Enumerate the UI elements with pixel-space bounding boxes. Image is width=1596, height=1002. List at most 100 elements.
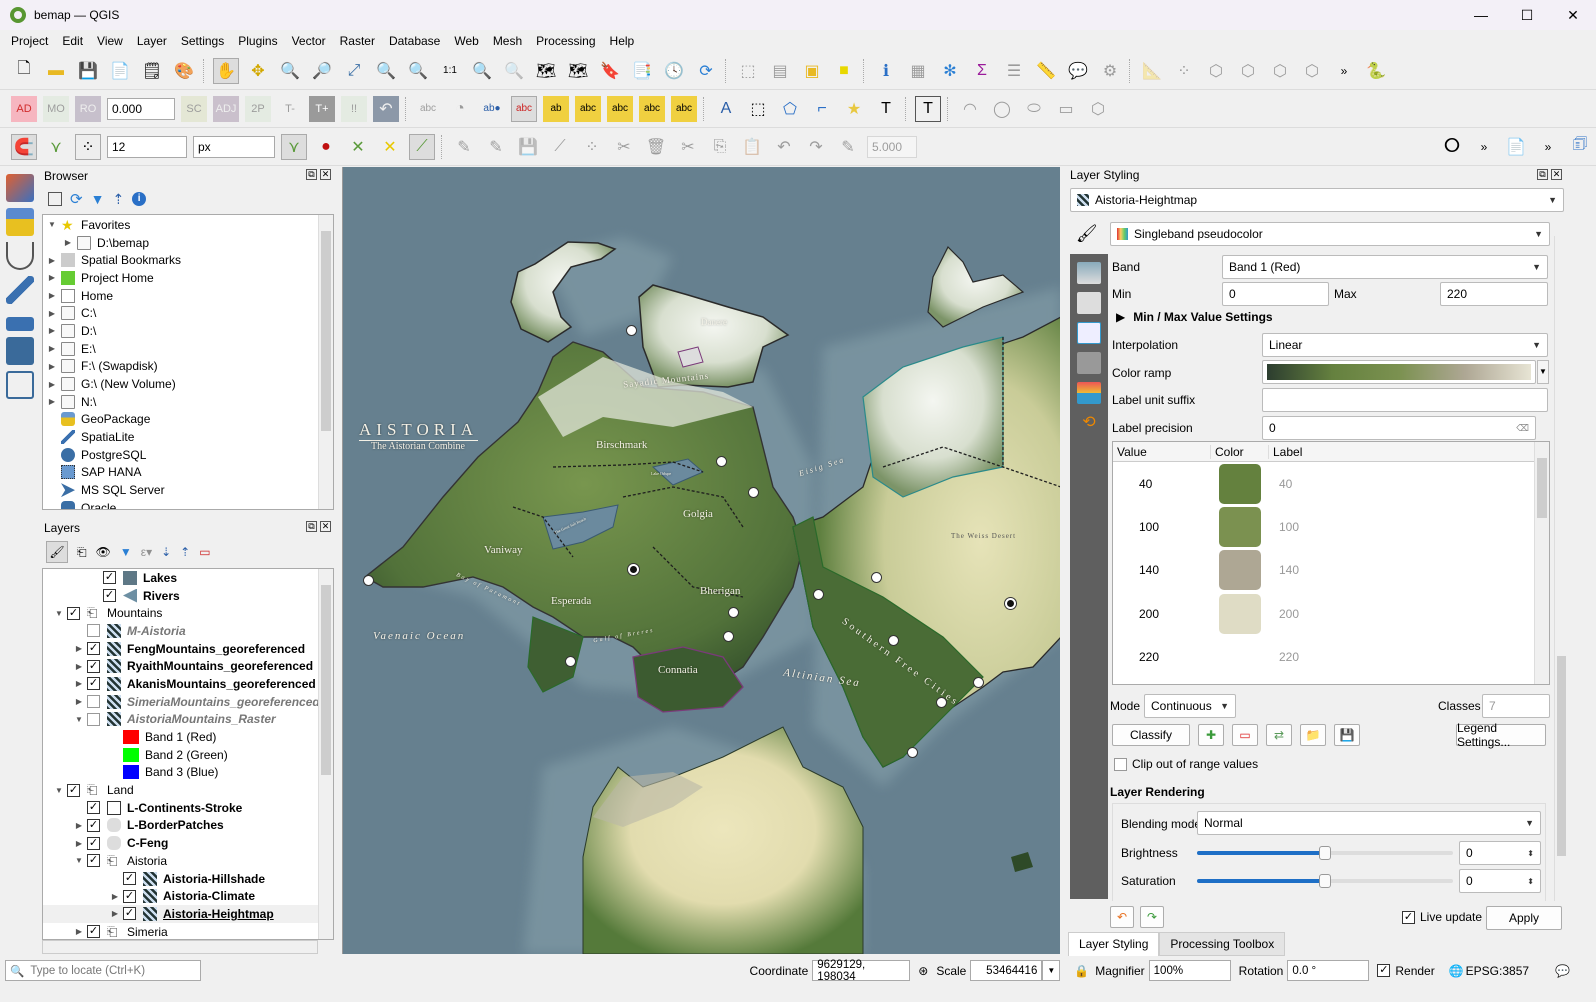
deselect-all-icon[interactable]: ▣ bbox=[799, 58, 825, 84]
more-tools-icon[interactable]: » bbox=[1471, 134, 1497, 160]
color-ramp-select[interactable] bbox=[1262, 360, 1536, 384]
adj-button[interactable]: ADJ bbox=[213, 95, 239, 122]
remove-class-button[interactable]: ▭ bbox=[1232, 724, 1258, 746]
new-print-layout-icon[interactable]: 📄 bbox=[107, 58, 133, 84]
collapsed-arrow-icon[interactable]: ▶ bbox=[107, 909, 123, 918]
snap-intersection-icon[interactable]: ✕ bbox=[345, 134, 371, 160]
menu-vector[interactable]: Vector bbox=[285, 34, 333, 48]
column-header-color[interactable]: Color bbox=[1211, 444, 1269, 459]
color-ramp-dropdown-icon[interactable]: ▼ bbox=[1537, 360, 1549, 384]
change-label-icon[interactable]: abc bbox=[639, 95, 665, 122]
locate-search-input[interactable]: 🔍 Type to locate (Ctrl+K) bbox=[5, 960, 201, 981]
remove-layer-icon[interactable]: ▭ bbox=[199, 545, 210, 559]
point-symbol-icon[interactable]: ⭘ bbox=[1439, 134, 1465, 160]
layer-item[interactable]: ✓ Rivers bbox=[43, 587, 333, 605]
browser-item[interactable]: ▶ Home bbox=[43, 287, 333, 305]
rotation-field[interactable]: 0.0 ° bbox=[1287, 960, 1370, 981]
legend-item[interactable]: Band 1 (Red) bbox=[43, 728, 333, 746]
layer-visibility-checkbox[interactable]: ✓ bbox=[123, 889, 136, 903]
field-calculator-icon[interactable]: ▦ bbox=[905, 58, 931, 84]
expanded-arrow-icon[interactable]: ▼ bbox=[51, 609, 67, 618]
line-annotation-icon[interactable]: ⌐ bbox=[809, 96, 835, 122]
paste-features-icon[interactable]: 📋 bbox=[739, 134, 765, 160]
zoom-last-icon[interactable]: 🔍 bbox=[469, 58, 495, 84]
layer-item[interactable]: ▶ ✓ RyaithMountains_georeferenced bbox=[43, 657, 333, 675]
label-toolbar-icon[interactable]: abc bbox=[415, 96, 441, 122]
collapsed-arrow-icon[interactable]: ▶ bbox=[71, 821, 87, 830]
cut-features-icon[interactable]: ✂ bbox=[675, 134, 701, 160]
city-marker[interactable] bbox=[716, 456, 727, 467]
curve-tolerance-field[interactable]: 5.000 bbox=[867, 135, 917, 158]
marker-annotation-icon[interactable]: ★ bbox=[841, 96, 867, 122]
city-marker[interactable] bbox=[936, 697, 947, 708]
filter-browser-icon[interactable]: ▼ bbox=[91, 191, 105, 207]
browser-item[interactable]: ▼ ★ Favorites bbox=[43, 216, 333, 234]
modify-attributes-icon[interactable]: ✂ bbox=[611, 134, 637, 160]
menu-database[interactable]: Database bbox=[382, 34, 447, 48]
topological-editing-icon[interactable]: ⋎ bbox=[281, 133, 307, 160]
new-geopackage-layer-icon[interactable] bbox=[6, 208, 34, 236]
browser-item[interactable]: PostgreSQL bbox=[43, 446, 333, 464]
toggle-extents-icon[interactable]: ⊛ bbox=[918, 964, 928, 978]
layer-visibility-checkbox[interactable]: ✓ bbox=[123, 907, 136, 921]
zoom-full-icon[interactable]: ⤢ bbox=[341, 58, 367, 84]
python-console-icon[interactable]: 🐍 bbox=[1363, 58, 1389, 84]
new-bookmark-icon[interactable]: 🔖 bbox=[597, 58, 623, 84]
shape-digitize-ellipse-icon[interactable]: ⬭ bbox=[1021, 96, 1047, 122]
edit-label-icon[interactable]: abc bbox=[671, 95, 697, 122]
browser-item[interactable]: ▶ E:\ bbox=[43, 340, 333, 358]
new-report-icon[interactable]: 📄 bbox=[1503, 134, 1529, 160]
snapping-layers-icon[interactable]: ⋎ bbox=[43, 134, 69, 160]
add-selected-layers-icon[interactable] bbox=[48, 192, 62, 206]
city-marker[interactable] bbox=[565, 656, 576, 667]
layer-item[interactable]: ▶ ✓ Aistoria-Climate bbox=[43, 887, 333, 905]
collapsed-arrow-icon[interactable]: ▶ bbox=[47, 380, 57, 389]
legend-settings-button[interactable]: Legend Settings... bbox=[1456, 721, 1546, 749]
browser-item[interactable]: ▶ D:\ bbox=[43, 322, 333, 340]
select-features-icon[interactable]: ⬚ bbox=[735, 58, 761, 84]
copy-features-icon[interactable]: ⎘ bbox=[707, 134, 733, 160]
clip-out-of-range[interactable]: Clip out of range values bbox=[1114, 757, 1258, 771]
collapsed-arrow-icon[interactable]: ▶ bbox=[71, 662, 87, 671]
snapping-type-icon[interactable]: ⁘ bbox=[75, 133, 101, 160]
history-tab-icon[interactable]: ⟲ bbox=[1077, 412, 1101, 434]
layer-visibility-checkbox[interactable]: ✓ bbox=[87, 836, 100, 850]
class-label[interactable]: 200 bbox=[1269, 607, 1299, 621]
statistical-summary-icon[interactable]: Σ bbox=[969, 58, 995, 84]
collapsed-arrow-icon[interactable]: ▶ bbox=[47, 291, 57, 300]
label-suffix-input[interactable] bbox=[1262, 388, 1548, 412]
redo-icon[interactable]: ↷ bbox=[803, 134, 829, 160]
layer-visibility-checkbox[interactable] bbox=[87, 712, 100, 726]
layer-item[interactable]: ✓ Lakes bbox=[43, 569, 333, 587]
vertex-tool-icon[interactable]: ⁘ bbox=[579, 134, 605, 160]
legend-item[interactable]: Band 2 (Green) bbox=[43, 746, 333, 764]
manage-themes-icon[interactable]: 👁 bbox=[96, 545, 111, 559]
layer-visibility-checkbox[interactable]: ✓ bbox=[103, 589, 116, 603]
browser-item[interactable]: ▶ F:\ (Swapdisk) bbox=[43, 358, 333, 376]
advanced-digitizing-button[interactable]: AD bbox=[11, 95, 37, 122]
menu-settings[interactable]: Settings bbox=[174, 34, 231, 48]
refresh-icon[interactable]: ⟳ bbox=[70, 190, 83, 208]
snapping-tolerance-field[interactable]: 12 bbox=[107, 135, 187, 158]
collapsed-arrow-icon[interactable]: ▶ bbox=[47, 256, 57, 265]
collapsed-arrow-icon[interactable]: ▶ bbox=[63, 238, 73, 247]
zoom-in-icon[interactable]: 🔍 bbox=[277, 58, 303, 84]
layers-hscrollbar[interactable] bbox=[42, 940, 318, 954]
saturation-slider[interactable] bbox=[1197, 874, 1453, 888]
delete-selected-icon[interactable]: 🗑 bbox=[643, 134, 669, 160]
maximize-button[interactable]: ☐ bbox=[1504, 0, 1550, 30]
column-header-value[interactable]: Value bbox=[1113, 444, 1211, 459]
shape-digitize-circle-icon[interactable]: ◯ bbox=[989, 96, 1015, 122]
avoid-overlap-icon[interactable]: ● bbox=[313, 134, 339, 160]
tab-processing-toolbox[interactable]: Processing Toolbox bbox=[1159, 932, 1286, 956]
city-marker[interactable] bbox=[626, 325, 637, 336]
magnifier-field[interactable]: 100% bbox=[1148, 960, 1231, 981]
expanded-arrow-icon[interactable]: ▼ bbox=[71, 715, 87, 724]
add-feature-icon[interactable]: ⟋ bbox=[547, 134, 573, 160]
t-plus-button[interactable]: T+ bbox=[309, 95, 335, 122]
point-displacement-icon[interactable]: ⁘ bbox=[1171, 58, 1197, 84]
band-select[interactable]: Band 1 (Red) ▼ bbox=[1222, 255, 1548, 279]
collapsed-arrow-icon[interactable]: ▶ bbox=[47, 273, 57, 282]
move-label-icon[interactable]: ab bbox=[543, 95, 569, 122]
layout-manager-icon[interactable]: 🗒 bbox=[139, 58, 165, 84]
